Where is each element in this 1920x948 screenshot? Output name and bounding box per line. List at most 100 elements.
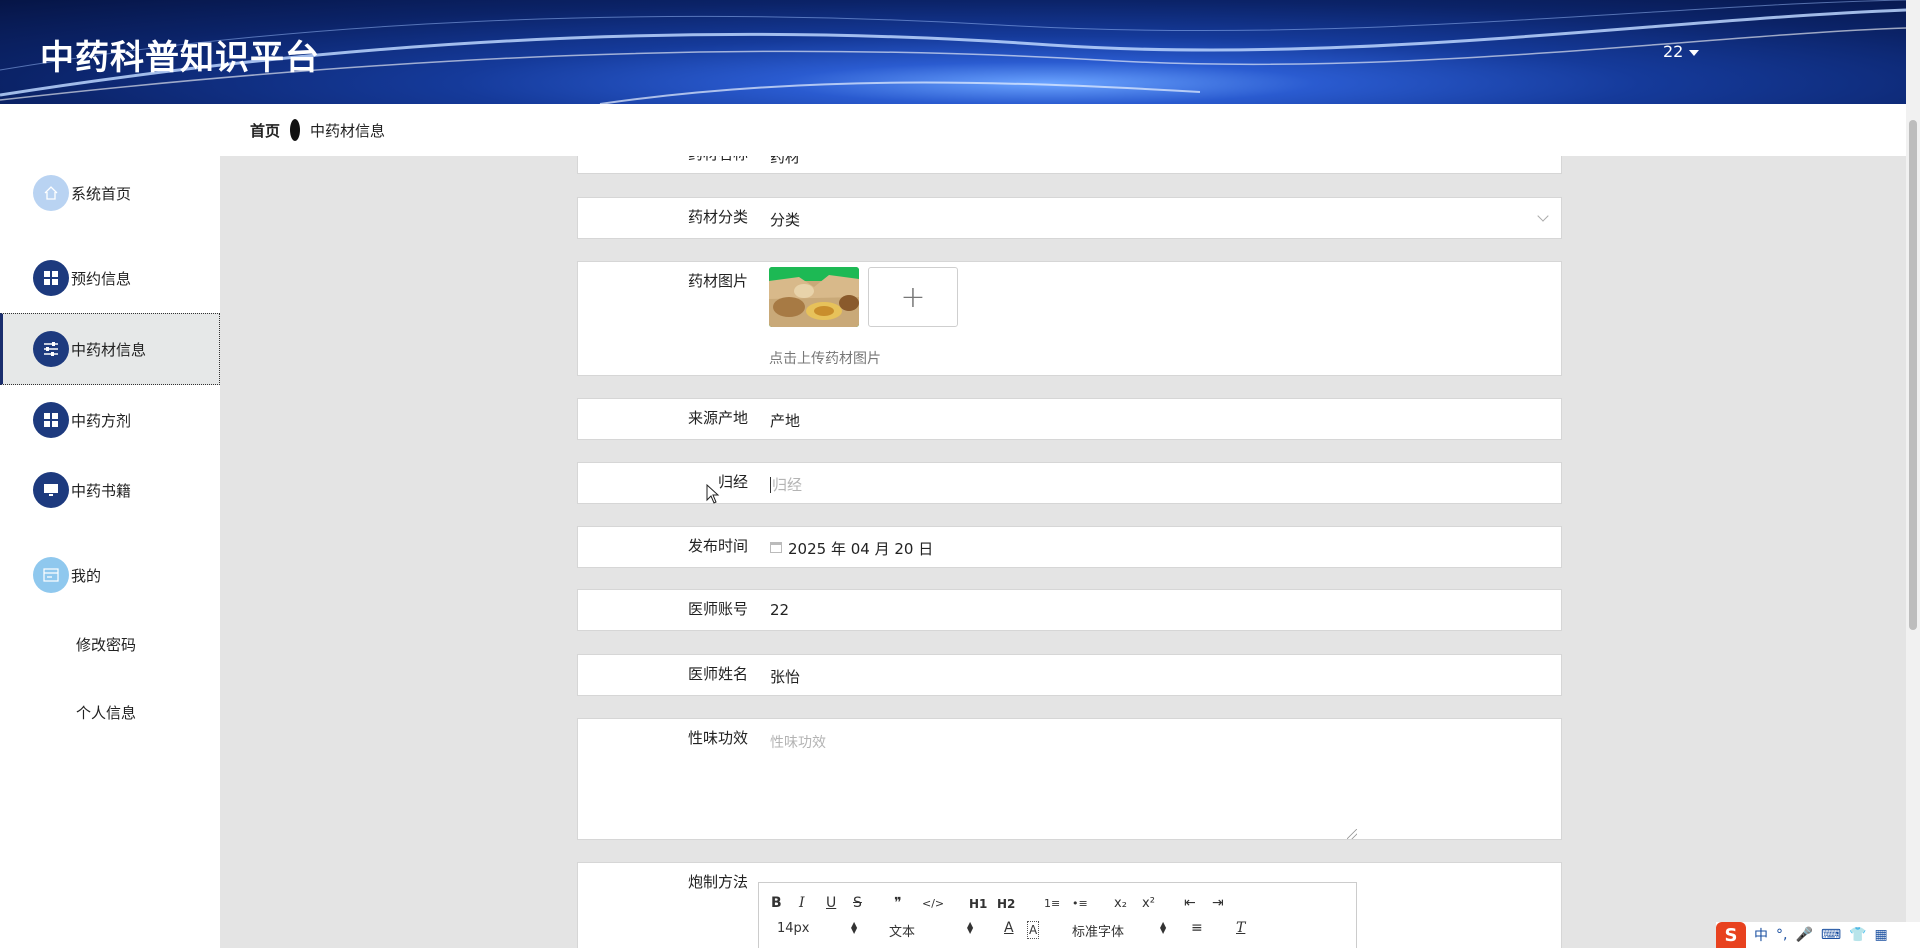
sidebar-item-books[interactable]: 中药书籍 bbox=[0, 465, 220, 515]
sidebar-item-herbs[interactable]: 中药材信息 bbox=[0, 313, 220, 385]
apps-grid-icon[interactable]: ▦ bbox=[1875, 927, 1888, 943]
resize-handle-icon[interactable] bbox=[1347, 829, 1357, 839]
font-color-icon[interactable]: A bbox=[1004, 920, 1014, 936]
select-spinner-icon: ▲ ▼ bbox=[851, 920, 858, 935]
sliders-icon bbox=[33, 331, 69, 367]
monitor-icon bbox=[33, 472, 69, 508]
bold-button[interactable]: B bbox=[771, 895, 782, 911]
code-button[interactable]: </> bbox=[922, 896, 944, 912]
ordered-list-button[interactable]: 1≡ bbox=[1044, 896, 1060, 912]
field-label: 药材图片 bbox=[687, 272, 748, 290]
grid-icon bbox=[33, 402, 69, 438]
ime-language-toggle[interactable]: 中 bbox=[1754, 925, 1768, 945]
italic-button[interactable]: I bbox=[799, 895, 805, 911]
scrollbar-thumb[interactable] bbox=[1909, 120, 1917, 630]
field-meridian[interactable]: 归经 归经 bbox=[577, 462, 1562, 504]
field-processing-method: 炮制方法 B I U S ❞ </> H1 H2 1≡ •≡ x₂ x² ⇤ ⇥… bbox=[577, 862, 1562, 948]
field-label: 医师账号 bbox=[687, 600, 748, 618]
microphone-icon[interactable]: 🎤 bbox=[1795, 927, 1812, 943]
field-origin[interactable]: 来源产地 产地 bbox=[577, 398, 1562, 440]
field-label: 医师姓名 bbox=[687, 665, 748, 683]
outdent-button[interactable]: ⇤ bbox=[1184, 895, 1196, 911]
block-format-select[interactable]: 文本 ▲ ▼ bbox=[889, 921, 973, 941]
field-label: 来源产地 bbox=[687, 409, 748, 427]
heading2-button[interactable]: H2 bbox=[997, 896, 1015, 912]
publish-date-picker[interactable]: 2025 年 04 月 20 日 bbox=[770, 538, 933, 559]
breadcrumb-separator bbox=[290, 119, 301, 141]
clear-format-icon[interactable]: T bbox=[1236, 920, 1245, 936]
heading1-button[interactable]: H1 bbox=[969, 896, 987, 912]
indent-button[interactable]: ⇥ bbox=[1212, 895, 1224, 911]
upload-image-tip: 点击上传药材图片 bbox=[769, 351, 881, 367]
caret-down-icon bbox=[1689, 49, 1700, 56]
block-format-value: 文本 bbox=[889, 925, 916, 940]
font-size-value: 14px bbox=[777, 921, 810, 936]
grid-icon bbox=[33, 260, 69, 296]
field-herb-category[interactable]: 药材分类 分类 bbox=[577, 197, 1562, 239]
sidebar-item-label: 中药方剂 bbox=[71, 411, 132, 430]
doctor-name-input[interactable]: 张怡 bbox=[770, 666, 800, 687]
field-herb-image: 药材图片 + 点击上传药材图片 bbox=[577, 261, 1562, 376]
meridian-input[interactable]: 归经 bbox=[770, 474, 802, 495]
sidebar-item-mine[interactable]: 我的 bbox=[0, 550, 220, 600]
header-banner: 中药科普知识平台 22 bbox=[0, 0, 1906, 104]
background-color-icon[interactable]: A bbox=[1027, 921, 1040, 939]
chevron-down-icon bbox=[1537, 210, 1549, 222]
field-label: 炮制方法 bbox=[687, 873, 748, 891]
herb-category-select[interactable]: 分类 bbox=[770, 209, 800, 230]
field-efficacy[interactable]: 性味功效 性味功效 bbox=[577, 718, 1562, 840]
herb-image-thumbnail[interactable] bbox=[769, 267, 859, 327]
font-family-select[interactable]: 标准字体 ▲ ▼ bbox=[1072, 920, 1167, 941]
field-doctor-account[interactable]: 医师账号 22 bbox=[577, 589, 1562, 631]
meridian-placeholder: 归经 bbox=[772, 476, 803, 494]
keyboard-icon[interactable]: ⌨ bbox=[1821, 927, 1841, 943]
text-cursor bbox=[770, 477, 771, 493]
sidebar-item-reservations[interactable]: 预约信息 bbox=[0, 253, 220, 303]
field-label: 药材分类 bbox=[687, 208, 748, 226]
sidebar-item-label: 中药材信息 bbox=[71, 340, 147, 359]
efficacy-textarea[interactable]: 性味功效 bbox=[770, 732, 826, 752]
sidebar-item-label: 系统首页 bbox=[71, 184, 132, 203]
card-icon bbox=[33, 557, 69, 593]
align-icon[interactable]: ≡ bbox=[1191, 920, 1203, 936]
field-doctor-name[interactable]: 医师姓名 张怡 bbox=[577, 654, 1562, 696]
user-name: 22 bbox=[1663, 42, 1684, 61]
sidebar-subitem-change-password[interactable]: 修改密码 bbox=[76, 634, 136, 655]
strike-button[interactable]: S bbox=[853, 895, 862, 911]
breadcrumb-bar-overlay: 首页 中药材信息 bbox=[220, 104, 1906, 156]
subscript-button[interactable]: x₂ bbox=[1114, 896, 1127, 912]
superscript-button[interactable]: x² bbox=[1142, 896, 1155, 912]
doctor-account-input[interactable]: 22 bbox=[770, 601, 789, 619]
ime-punctuation-toggle[interactable]: °, bbox=[1776, 927, 1787, 943]
field-label: 归经 bbox=[717, 473, 748, 491]
sidebar-item-prescriptions[interactable]: 中药方剂 bbox=[0, 395, 220, 445]
bullet-list-button[interactable]: •≡ bbox=[1072, 896, 1088, 912]
underline-button[interactable]: U bbox=[826, 895, 836, 911]
publish-date-value: 2025 年 04 月 20 日 bbox=[788, 540, 934, 558]
sidebar-item-label: 中药书籍 bbox=[71, 481, 132, 500]
sidebar-item-label: 预约信息 bbox=[71, 269, 132, 288]
field-label: 发布时间 bbox=[687, 537, 748, 555]
sidebar-subitem-profile[interactable]: 个人信息 bbox=[76, 702, 136, 723]
user-menu[interactable]: 22 bbox=[1663, 42, 1700, 61]
breadcrumb-current: 中药材信息 bbox=[310, 121, 386, 140]
skin-icon[interactable]: 👕 bbox=[1849, 927, 1866, 943]
page-scrollbar[interactable] bbox=[1906, 0, 1920, 948]
origin-input[interactable]: 产地 bbox=[770, 410, 800, 431]
calendar-icon bbox=[770, 542, 782, 553]
ime-toolbar: S 中 °, 🎤 ⌨ 👕 ▦ bbox=[1716, 922, 1920, 948]
rich-text-editor-toolbar: B I U S ❞ </> H1 H2 1≡ •≡ x₂ x² ⇤ ⇥ 14px… bbox=[758, 882, 1357, 948]
ime-logo-icon[interactable]: S bbox=[1716, 922, 1746, 948]
breadcrumb-home[interactable]: 首页 bbox=[250, 120, 280, 141]
upload-image-button[interactable]: + bbox=[868, 267, 958, 327]
app-title: 中药科普知识平台 bbox=[40, 38, 320, 78]
quote-button[interactable]: ❞ bbox=[894, 895, 902, 911]
mouse-pointer-icon bbox=[706, 484, 720, 504]
field-publish-date[interactable]: 发布时间 2025 年 04 月 20 日 bbox=[577, 526, 1562, 568]
select-spinner-icon: ▲ ▼ bbox=[1160, 920, 1167, 935]
field-label: 性味功效 bbox=[687, 729, 748, 747]
home-icon bbox=[33, 175, 69, 211]
font-size-select[interactable]: 14px ▲ ▼ bbox=[777, 920, 858, 937]
sidebar-item-label: 我的 bbox=[71, 566, 102, 585]
sidebar-item-home[interactable]: 系统首页 bbox=[0, 168, 220, 218]
